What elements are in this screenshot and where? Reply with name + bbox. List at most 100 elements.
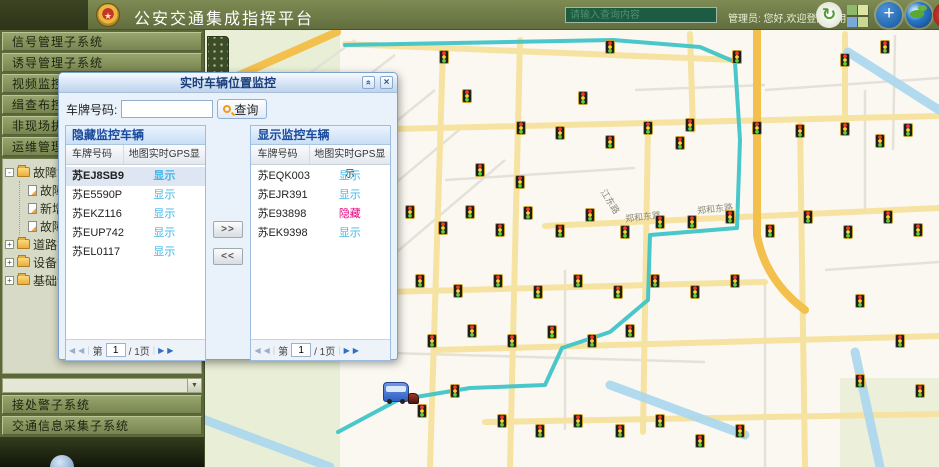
traffic-light-icon[interactable] xyxy=(903,123,913,137)
traffic-light-icon[interactable] xyxy=(533,285,543,299)
traffic-light-icon[interactable] xyxy=(855,294,865,308)
traffic-light-icon[interactable] xyxy=(687,215,697,229)
traffic-light-icon[interactable] xyxy=(615,424,625,438)
traffic-light-icon[interactable] xyxy=(475,163,485,177)
traffic-light-icon[interactable] xyxy=(493,274,503,288)
table-row[interactable]: 苏EL0117显示 xyxy=(66,243,205,262)
traffic-light-icon[interactable] xyxy=(573,274,583,288)
traffic-light-icon[interactable] xyxy=(803,210,813,224)
table-row[interactable]: 苏EUP742显示 xyxy=(66,224,205,243)
traffic-light-icon[interactable] xyxy=(650,274,660,288)
traffic-light-icon[interactable] xyxy=(690,285,700,299)
pager-prev-icon[interactable]: ◀ xyxy=(264,346,270,355)
refresh-icon[interactable]: ↻ xyxy=(816,2,842,28)
traffic-light-icon[interactable] xyxy=(578,91,588,105)
traffic-light-icon[interactable] xyxy=(730,274,740,288)
traffic-light-icon[interactable] xyxy=(555,126,565,140)
traffic-light-icon[interactable] xyxy=(843,225,853,239)
sidebar-item[interactable]: 接处警子系统 xyxy=(2,395,202,414)
traffic-light-icon[interactable] xyxy=(516,121,526,135)
traffic-light-icon[interactable] xyxy=(765,224,775,238)
sidebar-scrollbar[interactable]: ▼ xyxy=(2,378,202,393)
traffic-light-icon[interactable] xyxy=(605,135,615,149)
scooter-icon[interactable] xyxy=(408,393,419,404)
gps-toggle-link[interactable]: 显示 xyxy=(124,186,204,205)
pager-last-icon[interactable]: ▶ xyxy=(167,346,173,355)
traffic-light-icon[interactable] xyxy=(735,424,745,438)
traffic-light-icon[interactable] xyxy=(497,414,507,428)
traffic-light-icon[interactable] xyxy=(547,325,557,339)
tree-toggle-icon[interactable]: + xyxy=(5,258,14,267)
traffic-light-icon[interactable] xyxy=(875,134,885,148)
header-search-input[interactable] xyxy=(565,7,717,23)
pager-next-icon[interactable]: ▶ xyxy=(158,346,164,355)
tree-toggle-icon[interactable]: - xyxy=(5,168,14,177)
traffic-light-icon[interactable] xyxy=(495,223,505,237)
traffic-light-icon[interactable] xyxy=(523,206,533,220)
traffic-light-icon[interactable] xyxy=(417,404,427,418)
table-row[interactable]: 苏E5590P显示 xyxy=(66,186,205,205)
move-right-button[interactable]: >> xyxy=(213,221,243,238)
tree-toggle-icon[interactable]: + xyxy=(5,240,14,249)
traffic-light-icon[interactable] xyxy=(613,285,623,299)
collapse-button[interactable]: « xyxy=(362,76,375,89)
traffic-light-icon[interactable] xyxy=(855,374,865,388)
traffic-light-icon[interactable] xyxy=(587,334,597,348)
traffic-light-icon[interactable] xyxy=(467,324,477,338)
traffic-light-icon[interactable] xyxy=(695,434,705,448)
table-row[interactable]: 苏EKZ116显示 xyxy=(66,205,205,224)
traffic-light-icon[interactable] xyxy=(439,50,449,64)
sidebar-item[interactable]: 交通信息采集子系统 xyxy=(2,416,202,435)
traffic-light-icon[interactable] xyxy=(725,210,735,224)
gps-toggle-link[interactable]: 显示 xyxy=(310,167,390,186)
traffic-light-icon[interactable] xyxy=(795,124,805,138)
traffic-light-icon[interactable] xyxy=(643,121,653,135)
traffic-light-icon[interactable] xyxy=(732,50,742,64)
traffic-light-icon[interactable] xyxy=(450,384,460,398)
gps-toggle-link[interactable]: 隐藏 xyxy=(310,205,390,224)
pager-last-icon[interactable]: ▶ xyxy=(353,346,359,355)
sidebar-item[interactable]: 诱导管理子系统 xyxy=(2,53,202,72)
traffic-light-icon[interactable] xyxy=(573,414,583,428)
table-row[interactable]: 苏EQK003显示 xyxy=(251,167,390,186)
query-button[interactable]: 查询 xyxy=(217,99,267,119)
traffic-light-icon[interactable] xyxy=(915,384,925,398)
logout-icon[interactable] xyxy=(933,2,939,28)
table-row[interactable]: 苏E93898隐藏 xyxy=(251,205,390,224)
traffic-light-icon[interactable] xyxy=(685,118,695,132)
gps-toggle-link[interactable]: 显示 xyxy=(310,186,390,205)
page-input[interactable] xyxy=(291,343,311,357)
close-icon[interactable]: × xyxy=(380,76,393,89)
traffic-light-icon[interactable] xyxy=(625,324,635,338)
traffic-light-icon[interactable] xyxy=(507,334,517,348)
sidebar-item[interactable]: 信号管理子系统 xyxy=(2,32,202,51)
pager-prev-icon[interactable]: ◀ xyxy=(78,346,84,355)
plate-input[interactable] xyxy=(121,100,213,118)
gps-toggle-link[interactable]: 显示 xyxy=(124,205,204,224)
globe-icon[interactable] xyxy=(906,2,932,28)
page-input[interactable] xyxy=(106,343,126,357)
traffic-light-icon[interactable] xyxy=(655,215,665,229)
pager-first-icon[interactable]: ◀ xyxy=(69,346,75,355)
zoom-in-icon[interactable]: + xyxy=(876,2,902,28)
traffic-light-icon[interactable] xyxy=(405,205,415,219)
traffic-light-icon[interactable] xyxy=(462,89,472,103)
move-left-button[interactable]: << xyxy=(213,248,243,265)
gps-toggle-link[interactable]: 显示 xyxy=(310,224,390,243)
traffic-light-icon[interactable] xyxy=(535,424,545,438)
table-row[interactable]: 苏EK9398显示 xyxy=(251,224,390,243)
table-row[interactable]: 苏EJR391显示 xyxy=(251,186,390,205)
gps-toggle-link[interactable]: 显示 xyxy=(124,243,204,262)
traffic-light-icon[interactable] xyxy=(913,223,923,237)
traffic-light-icon[interactable] xyxy=(415,274,425,288)
pager-first-icon[interactable]: ◀ xyxy=(254,346,260,355)
traffic-light-icon[interactable] xyxy=(655,414,665,428)
traffic-light-icon[interactable] xyxy=(465,205,475,219)
traffic-light-icon[interactable] xyxy=(555,224,565,238)
dialog-titlebar[interactable]: 实时车辆位置监控 « × xyxy=(59,73,397,93)
tree-toggle-icon[interactable]: + xyxy=(5,276,14,285)
traffic-light-icon[interactable] xyxy=(438,221,448,235)
monitored-vehicle-icon[interactable] xyxy=(383,382,409,402)
traffic-light-icon[interactable] xyxy=(840,122,850,136)
gps-toggle-link[interactable]: 显示 xyxy=(124,167,204,186)
